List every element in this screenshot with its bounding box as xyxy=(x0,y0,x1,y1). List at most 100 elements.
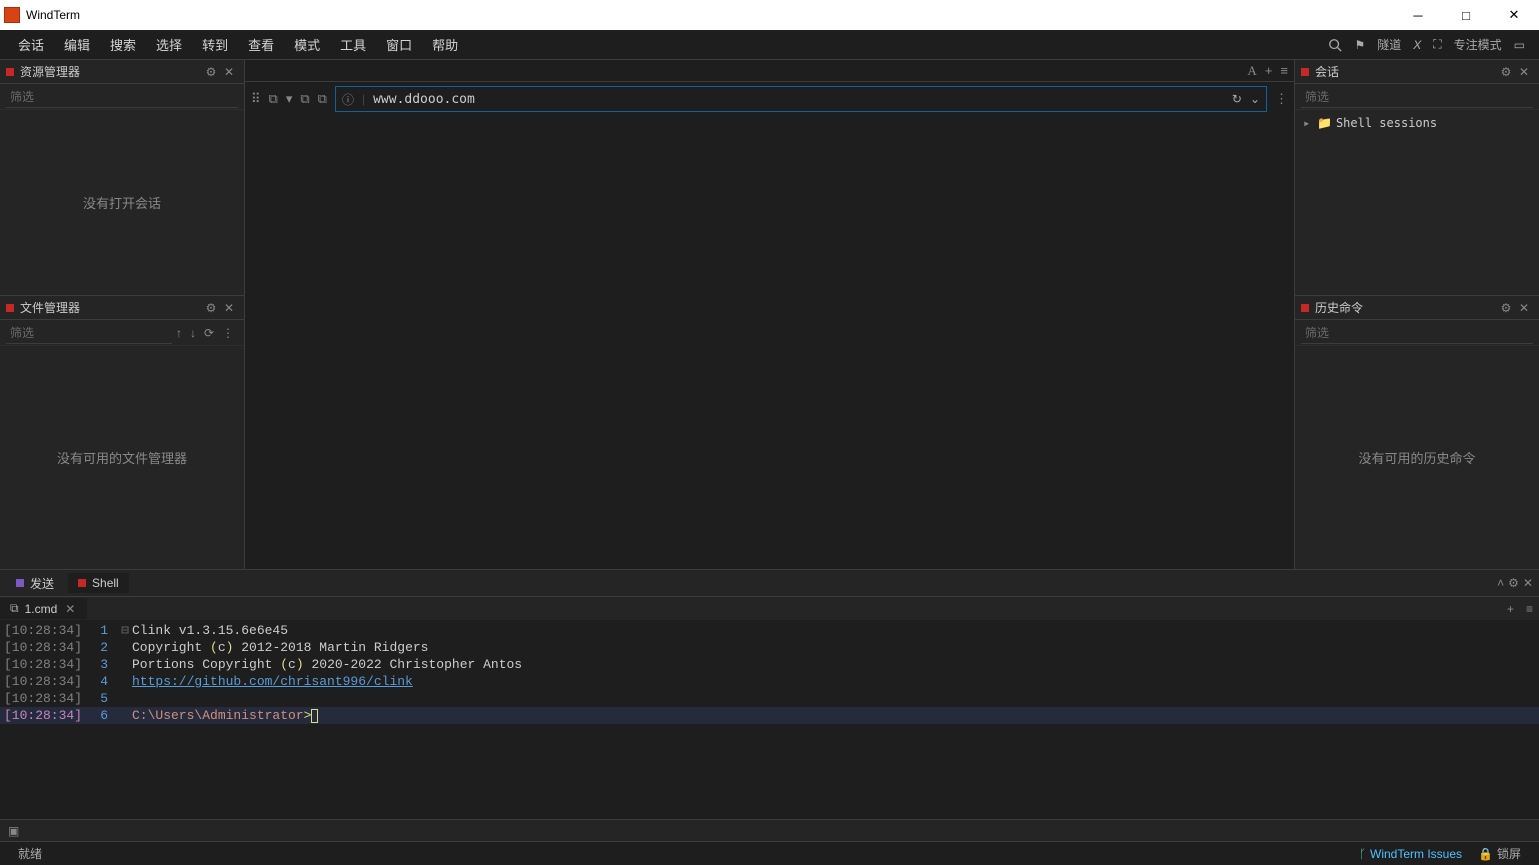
bottom-tabs: 发送 Shell ˄ ⚙ ✕ xyxy=(0,570,1539,596)
terminal-line: [10:28:34]4https://github.com/chrisant99… xyxy=(0,673,1539,690)
resource-filter-input[interactable]: 筛选 xyxy=(6,86,238,108)
left-sidebar: 资源管理器 ⚙ ✕ 筛选 没有打开会话 文件管理器 ⚙ ✕ 筛选 ↑ ↓ ⟳ ⋮ xyxy=(0,60,245,569)
more-icon[interactable]: ⋮ xyxy=(1275,91,1288,107)
status-lock[interactable]: 🔒 锁屏 xyxy=(1470,845,1529,862)
menu-help[interactable]: 帮助 xyxy=(422,31,468,58)
refresh-icon[interactable]: ⟳ xyxy=(200,326,218,340)
history-panel-title: 历史命令 xyxy=(1315,299,1497,316)
split-h-icon[interactable]: ⧉ xyxy=(300,91,309,107)
tab-dot-icon xyxy=(16,579,24,587)
session-panel-title: 会话 xyxy=(1315,63,1497,80)
menu-view[interactable]: 查看 xyxy=(238,31,284,58)
gear-icon[interactable]: ⚙ xyxy=(1508,576,1519,590)
layout-icon[interactable]: ▭ xyxy=(1508,35,1531,55)
menu-select[interactable]: 选择 xyxy=(146,31,192,58)
plus-icon[interactable]: + xyxy=(1265,63,1273,78)
hamburger-icon[interactable]: ≡ xyxy=(1280,63,1288,78)
chevron-down-icon[interactable]: ▾ xyxy=(286,91,293,107)
up-arrow-icon[interactable]: ↑ xyxy=(172,326,186,340)
gear-icon[interactable]: ⚙ xyxy=(1497,65,1515,79)
history-filter-input[interactable]: 筛选 xyxy=(1301,322,1533,344)
more-icon[interactable]: ⋮ xyxy=(218,326,238,340)
drag-handle-icon[interactable]: ⠿ xyxy=(251,91,261,107)
collapse-icon[interactable]: ˄ xyxy=(1497,576,1504,590)
cmd-icon: ⧉ xyxy=(10,601,19,616)
status-issues-label: WindTerm Issues xyxy=(1370,847,1462,861)
maximize-button[interactable]: □ xyxy=(1451,3,1481,27)
hamburger-icon[interactable]: ≡ xyxy=(1520,602,1539,616)
menu-search[interactable]: 搜索 xyxy=(100,31,146,58)
close-icon[interactable]: ✕ xyxy=(63,602,77,616)
plus-icon[interactable]: + xyxy=(1501,602,1520,616)
terminal-line: [10:28:34]3Portions Copyright (c) 2020-2… xyxy=(0,656,1539,673)
terminal-output[interactable]: [10:28:34]1⊟Clink v1.3.15.6e6e45[10:28:3… xyxy=(0,620,1539,819)
folder-icon: 📁 xyxy=(1317,116,1332,130)
subtab-label: 1.cmd xyxy=(25,602,58,616)
close-icon[interactable]: ✕ xyxy=(220,65,238,79)
tab-send[interactable]: 发送 xyxy=(6,572,64,595)
search-icon[interactable] xyxy=(1322,35,1348,55)
close-icon[interactable]: ✕ xyxy=(1523,576,1533,590)
tab-shell[interactable]: Shell xyxy=(68,573,129,593)
menu-mode[interactable]: 模式 xyxy=(284,31,330,58)
window-title: WindTerm xyxy=(26,8,1403,22)
addressbar: ⓘ | ↻ ⌄ xyxy=(335,86,1267,112)
file-panel-title: 文件管理器 xyxy=(20,299,202,316)
focus-mode-label[interactable]: 专注模式 xyxy=(1448,33,1508,56)
tunnel-label[interactable]: 隧道 xyxy=(1371,33,1407,56)
font-icon[interactable]: A xyxy=(1247,63,1256,79)
tab-send-label: 发送 xyxy=(30,575,54,592)
split-v-icon[interactable]: ⧉ xyxy=(318,91,327,107)
tab-dot-icon xyxy=(78,579,86,587)
tree-item-label: Shell sessions xyxy=(1336,116,1437,130)
minimize-button[interactable]: ─ xyxy=(1403,3,1433,27)
editor-area[interactable] xyxy=(245,116,1294,569)
tunnel-flag-icon[interactable]: ⚑ xyxy=(1348,35,1371,55)
menu-edit[interactable]: 编辑 xyxy=(54,31,100,58)
statusbar: 就绪 ᚴ WindTerm Issues 🔒 锁屏 xyxy=(0,841,1539,865)
terminal-line: [10:28:34]5 xyxy=(0,690,1539,707)
chevron-down-icon[interactable]: ⌄ xyxy=(1250,92,1260,106)
file-empty-text: 没有可用的文件管理器 xyxy=(0,346,244,569)
panel-icon[interactable]: ▣ xyxy=(4,824,23,838)
new-tab-icon[interactable]: ⧉ xyxy=(269,91,278,107)
menu-tools[interactable]: 工具 xyxy=(330,31,376,58)
separator: | xyxy=(362,92,365,106)
subtab-cmd[interactable]: ⧉ 1.cmd ✕ xyxy=(0,598,87,619)
titlebar: WindTerm ─ □ ✕ xyxy=(0,0,1539,30)
resource-empty-text: 没有打开会话 xyxy=(0,110,244,295)
address-input[interactable] xyxy=(373,92,1224,107)
window-controls: ─ □ ✕ xyxy=(1403,3,1535,27)
down-arrow-icon[interactable]: ↓ xyxy=(186,326,200,340)
menu-session[interactable]: 会话 xyxy=(8,31,54,58)
resource-panel-title: 资源管理器 xyxy=(20,63,202,80)
history-panel: 历史命令 ⚙ ✕ 筛选 没有可用的历史命令 xyxy=(1295,295,1539,569)
session-tree: ▸ 📁 Shell sessions xyxy=(1295,110,1539,295)
gear-icon[interactable]: ⚙ xyxy=(1497,301,1515,315)
file-filter-input[interactable]: 筛选 xyxy=(6,322,172,344)
menu-window[interactable]: 窗口 xyxy=(376,31,422,58)
focus-mode-icon[interactable]: ⛶ xyxy=(1427,34,1447,55)
close-icon[interactable]: ✕ xyxy=(1515,65,1533,79)
status-issues[interactable]: ᚴ WindTerm Issues xyxy=(1351,847,1470,861)
session-filter-input[interactable]: 筛选 xyxy=(1301,86,1533,108)
close-button[interactable]: ✕ xyxy=(1499,3,1529,27)
reload-icon[interactable]: ↻ xyxy=(1232,92,1242,106)
bottom-pane: 发送 Shell ˄ ⚙ ✕ ⧉ 1.cmd ✕ + ≡ [10:28:34]1… xyxy=(0,569,1539,841)
close-icon[interactable]: ✕ xyxy=(220,301,238,315)
gear-icon[interactable]: ⚙ xyxy=(202,301,220,315)
gear-icon[interactable]: ⚙ xyxy=(202,65,220,79)
info-icon[interactable]: ⓘ xyxy=(342,91,354,108)
panel-dot-icon xyxy=(6,68,14,76)
center-area: A + ≡ ⠿ ⧉ ▾ ⧉ ⧉ ⓘ | ↻ ⌄ ⋮ xyxy=(245,60,1294,569)
right-sidebar: 会话 ⚙ ✕ 筛选 ▸ 📁 Shell sessions 历史命令 ⚙ ✕ xyxy=(1294,60,1539,569)
tree-item-shell-sessions[interactable]: ▸ 📁 Shell sessions xyxy=(1299,114,1535,132)
x-icon[interactable]: X xyxy=(1407,35,1427,55)
status-ready: 就绪 xyxy=(10,845,50,862)
menu-goto[interactable]: 转到 xyxy=(192,31,238,58)
close-icon[interactable]: ✕ xyxy=(1515,301,1533,315)
resource-panel-header: 资源管理器 ⚙ ✕ xyxy=(0,60,244,84)
lock-icon: 🔒 xyxy=(1478,847,1493,861)
file-manager-panel: 文件管理器 ⚙ ✕ 筛选 ↑ ↓ ⟳ ⋮ 没有可用的文件管理器 xyxy=(0,295,244,569)
history-filter-row: 筛选 xyxy=(1295,320,1539,346)
